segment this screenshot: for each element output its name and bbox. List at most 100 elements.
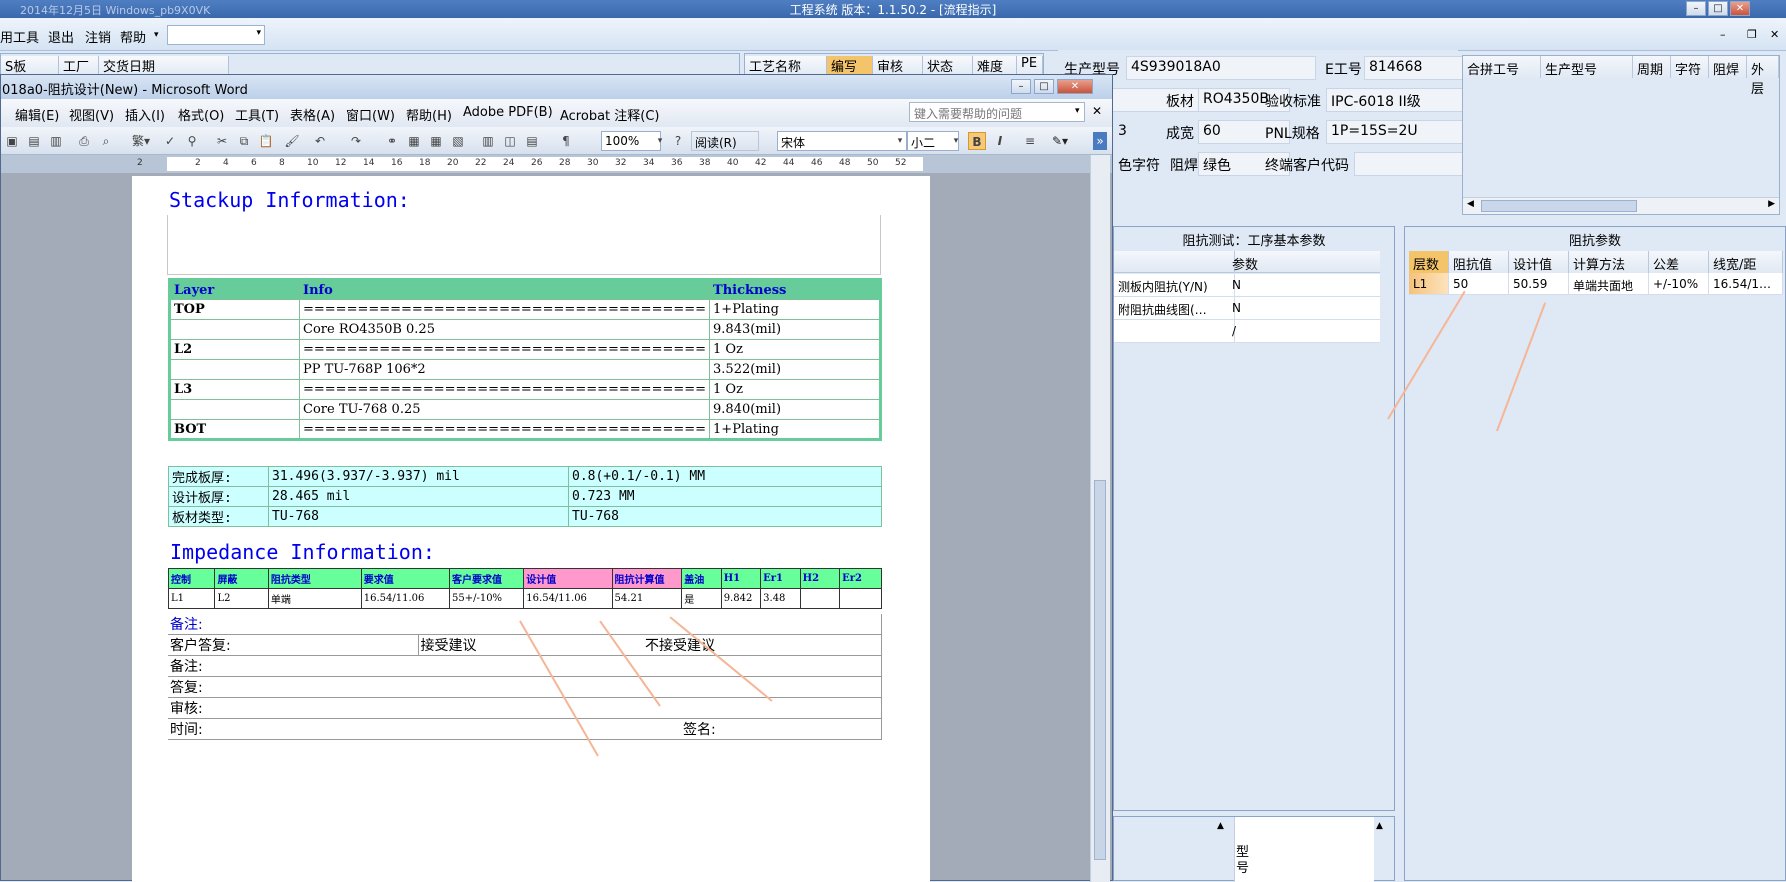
- col-design-value[interactable]: 设计值: [1509, 251, 1569, 273]
- imp-cell: 9.842: [720, 588, 762, 609]
- col-outer[interactable]: 外层: [1747, 56, 1779, 97]
- cut-icon[interactable]: ✂: [213, 132, 231, 150]
- scroll-up-icon[interactable]: ▲: [1217, 821, 1224, 831]
- toolbar-options-icon[interactable]: »: [1093, 132, 1107, 150]
- col-merge-no[interactable]: 合拼工号: [1463, 56, 1541, 78]
- word-menu-view[interactable]: 视图(V): [69, 105, 114, 124]
- mdi-close-icon[interactable]: ✕: [1770, 28, 1779, 41]
- menu-tools[interactable]: 用工具: [0, 27, 39, 46]
- col-review[interactable]: 审核: [873, 56, 923, 75]
- close-icon[interactable]: ✕: [1730, 1, 1750, 16]
- col-board[interactable]: S板: [1, 56, 59, 75]
- col-prod-no[interactable]: 生产型号: [1541, 56, 1633, 78]
- chevron-down-icon[interactable]: ▾: [1075, 106, 1080, 116]
- word-menu-help[interactable]: 帮助(H): [406, 105, 452, 124]
- col-status[interactable]: 状态: [923, 56, 973, 75]
- col-imp-value[interactable]: 阻抗值: [1449, 251, 1509, 273]
- word-menu-acrobat[interactable]: Acrobat 注释(C): [560, 105, 660, 124]
- horizontal-scrollbar[interactable]: ◀ ▶: [1463, 197, 1779, 214]
- bold-icon[interactable]: B: [968, 132, 986, 150]
- maximize-icon[interactable]: □: [1708, 1, 1728, 16]
- col-writer[interactable]: 编写: [827, 56, 873, 75]
- menu-logout[interactable]: 注销: [85, 27, 111, 46]
- word-menu-insert[interactable]: 插入(I): [125, 105, 165, 124]
- word-maximize-icon[interactable]: □: [1034, 79, 1054, 94]
- drawing-icon[interactable]: ◫: [501, 132, 519, 150]
- mdi-restore-icon[interactable]: ❐: [1747, 28, 1757, 41]
- copy-icon[interactable]: ⧉: [235, 132, 253, 150]
- show-hide-icon[interactable]: ¶: [557, 132, 575, 150]
- word-menu-edit[interactable]: 编辑(E): [15, 105, 59, 124]
- col-mask[interactable]: 阻焊: [1709, 56, 1747, 78]
- col-factory[interactable]: 工厂: [59, 56, 99, 75]
- word-close-icon[interactable]: ✕: [1057, 79, 1093, 94]
- columns-icon[interactable]: ▥: [479, 132, 497, 150]
- scroll-thumb[interactable]: [1481, 200, 1637, 212]
- align-center-icon[interactable]: ≡: [1021, 132, 1039, 150]
- col-difficulty[interactable]: 难度: [973, 56, 1017, 75]
- word-menu-table[interactable]: 表格(A): [290, 105, 335, 124]
- help-icon[interactable]: ?: [669, 132, 687, 150]
- col-line-width[interactable]: 线宽/距: [1709, 251, 1783, 273]
- word-menu-adobe[interactable]: Adobe PDF(B): [463, 105, 553, 120]
- reject-option[interactable]: 不接受建议: [643, 634, 882, 656]
- traditional-icon[interactable]: 繁▾: [127, 132, 155, 150]
- tables-icon[interactable]: ▦: [405, 132, 423, 150]
- scroll-right-icon[interactable]: ▶: [1768, 199, 1775, 209]
- insert-table-icon[interactable]: ▦: [427, 132, 445, 150]
- vertical-scrollbar[interactable]: [1090, 155, 1110, 882]
- col-layer[interactable]: 层数: [1409, 251, 1449, 273]
- research-icon[interactable]: ⚲: [183, 132, 201, 150]
- app-combo[interactable]: ▾: [167, 25, 265, 45]
- scroll-thumb[interactable]: [1094, 480, 1106, 860]
- format-painter-icon[interactable]: 🖌: [283, 132, 301, 150]
- minimize-icon[interactable]: –: [1686, 1, 1706, 16]
- undo-icon[interactable]: ↶: [311, 132, 329, 150]
- close-doc-icon[interactable]: ✕: [1092, 104, 1102, 118]
- menu-help[interactable]: 帮助: [120, 27, 146, 46]
- mdi-minimize-icon[interactable]: –: [1720, 28, 1726, 41]
- excel-icon[interactable]: ▧: [449, 132, 467, 150]
- permission-icon[interactable]: ▤: [25, 132, 43, 150]
- col-process-name[interactable]: 工艺名称: [745, 56, 827, 75]
- horizontal-ruler[interactable]: 2 2 4 6 8 10 12 14 16 18 20 22 24 26 28 30 32 34 36 38 40 42 4…: [1, 155, 1112, 173]
- col-tolerance[interactable]: 公差: [1649, 251, 1709, 273]
- document-map-icon[interactable]: ▤: [523, 132, 541, 150]
- chevron-down-icon[interactable]: ▾: [947, 132, 965, 150]
- print-icon[interactable]: ⎙: [75, 132, 93, 150]
- test-row[interactable]: 附阻抗曲线图(… N: [1114, 297, 1380, 320]
- col-pe[interactable]: PE: [1017, 56, 1043, 74]
- print-preview-icon[interactable]: ▥: [47, 132, 65, 150]
- production-no-field[interactable]: 4S939018A0: [1126, 56, 1316, 80]
- col-delivery-date[interactable]: 交货日期: [99, 56, 229, 75]
- word-menu-window[interactable]: 窗口(W): [346, 105, 395, 124]
- board-table: 完成板厚: 31.496(3.937/-3.937) mil 0.8(+0.1/-0…: [168, 466, 882, 527]
- spell-check-icon[interactable]: ✓: [161, 132, 179, 150]
- redo-icon[interactable]: ↷: [347, 132, 365, 150]
- scroll-up-icon[interactable]: ▲: [1376, 821, 1383, 831]
- word-menu-tools[interactable]: 工具(T): [235, 105, 279, 124]
- help-search-input[interactable]: 键入需要帮助的问题: [909, 102, 1085, 122]
- stackup-row: PP TU-768P 106*2 3.522(mil): [169, 359, 881, 380]
- highlight-icon[interactable]: ✎▾: [1051, 132, 1069, 150]
- menu-exit[interactable]: 退出: [48, 27, 74, 46]
- test-row[interactable]: 测板内阻抗(Y/N) N: [1114, 274, 1380, 297]
- stackup-table: Layer Info Thickness TOP ================…: [168, 278, 882, 441]
- italic-icon[interactable]: I: [991, 132, 1009, 150]
- chevron-down-icon[interactable]: ▾: [651, 132, 669, 150]
- font-select[interactable]: 宋体: [777, 131, 907, 151]
- hyperlink-icon[interactable]: ⚭: [383, 132, 401, 150]
- paste-icon[interactable]: 📋: [257, 132, 275, 150]
- read-button[interactable]: 阅读(R): [691, 131, 759, 151]
- col-period[interactable]: 周期: [1633, 56, 1671, 78]
- col-calc-method[interactable]: 计算方法: [1569, 251, 1649, 273]
- scroll-left-icon[interactable]: ◀: [1467, 199, 1474, 209]
- chevron-down-icon[interactable]: ▾: [154, 30, 159, 40]
- col-char[interactable]: 字符: [1671, 56, 1709, 78]
- thickness-label: 成宽: [1166, 126, 1194, 142]
- save-icon[interactable]: ▣: [3, 132, 21, 150]
- word-menu-format[interactable]: 格式(O): [178, 105, 224, 124]
- preview-icon[interactable]: ⌕: [97, 132, 115, 150]
- test-row[interactable]: /: [1114, 320, 1380, 343]
- word-minimize-icon[interactable]: –: [1011, 79, 1031, 94]
